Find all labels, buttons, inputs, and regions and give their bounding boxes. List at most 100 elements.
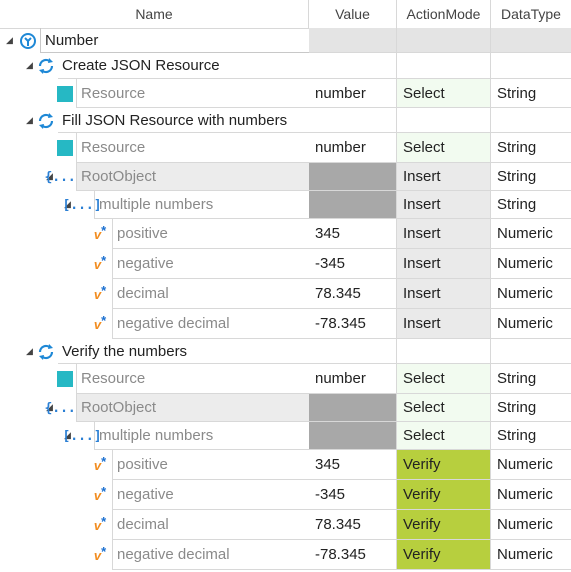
value-cell[interactable]: -78.345 [309, 309, 397, 339]
expand-triangle-icon[interactable]: ◢ [6, 35, 13, 46]
actionmode-cell[interactable]: Insert [397, 309, 491, 339]
tree-row-resource[interactable]: Resource number Select String [0, 79, 571, 108]
datatype-cell[interactable]: String [491, 163, 571, 191]
actionmode-cell[interactable]: Select [397, 364, 491, 394]
row-name-label[interactable]: Fill JSON Resource with numbers [58, 108, 309, 133]
actionmode-cell[interactable]: Insert [397, 279, 491, 309]
value-cell[interactable]: number [309, 133, 397, 163]
datatype-cell[interactable]: String [491, 133, 571, 163]
datatype-cell[interactable]: Numeric [491, 510, 571, 540]
value-cell[interactable] [309, 191, 397, 219]
value-cell[interactable] [309, 339, 397, 364]
row-name-label[interactable]: RootObject [76, 163, 309, 191]
actionmode-cell[interactable] [397, 108, 491, 133]
row-name-label[interactable]: decimal [112, 279, 309, 309]
actionmode-cell[interactable]: Select [397, 394, 491, 422]
row-name-label[interactable]: multiple numbers [94, 191, 309, 219]
value-cell[interactable] [309, 53, 397, 79]
datatype-cell[interactable] [491, 339, 571, 364]
row-name-label[interactable]: Resource [76, 364, 309, 394]
value-cell[interactable] [309, 28, 397, 53]
row-name-label[interactable]: negative [112, 249, 309, 279]
expand-triangle-icon[interactable]: ◢ [26, 60, 33, 71]
actionmode-cell[interactable]: Select [397, 422, 491, 450]
tree-row-var[interactable]: v* negative -345 Verify Numeric [0, 480, 571, 510]
row-name-label[interactable]: RootObject [76, 394, 309, 422]
header-name[interactable]: Name [0, 0, 309, 28]
tree-row-root[interactable]: ◢ Number [0, 28, 571, 53]
actionmode-cell[interactable] [397, 339, 491, 364]
row-name-label[interactable]: multiple numbers [94, 422, 309, 450]
value-cell[interactable]: 78.345 [309, 510, 397, 540]
datatype-cell[interactable]: String [491, 79, 571, 108]
datatype-cell[interactable]: Numeric [491, 540, 571, 570]
datatype-cell[interactable]: Numeric [491, 279, 571, 309]
value-cell[interactable]: 345 [309, 450, 397, 480]
row-name-label[interactable]: Number [40, 28, 310, 53]
expand-triangle-icon[interactable]: ◢ [26, 115, 33, 126]
row-name-label[interactable]: positive [112, 219, 309, 249]
tree-row-var[interactable]: v* negative -345 Insert Numeric [0, 249, 571, 279]
row-name-label[interactable]: Verify the numbers [58, 339, 309, 364]
value-cell[interactable] [309, 394, 397, 422]
tree-row-array[interactable]: ◢ [...] multiple numbers Insert String [0, 191, 571, 219]
actionmode-cell[interactable] [397, 28, 491, 53]
value-cell[interactable]: number [309, 364, 397, 394]
actionmode-cell[interactable]: Select [397, 133, 491, 163]
actionmode-cell[interactable]: Verify [397, 510, 491, 540]
tree-row-var[interactable]: v* negative decimal -78.345 Verify Numeric [0, 540, 571, 570]
tree-row-resource[interactable]: Resource number Select String [0, 364, 571, 394]
value-cell[interactable] [309, 422, 397, 450]
actionmode-cell[interactable]: Insert [397, 219, 491, 249]
datatype-cell[interactable]: Numeric [491, 249, 571, 279]
datatype-cell[interactable]: String [491, 364, 571, 394]
actionmode-cell[interactable]: Select [397, 79, 491, 108]
tree-row-module[interactable]: ◢ Verify the numbers [0, 339, 571, 364]
expand-triangle-icon[interactable]: ◢ [26, 346, 33, 357]
row-name-label[interactable]: decimal [112, 510, 309, 540]
actionmode-cell[interactable]: Verify [397, 450, 491, 480]
datatype-cell[interactable]: String [491, 394, 571, 422]
tree-row-var[interactable]: v* positive 345 Verify Numeric [0, 450, 571, 480]
actionmode-cell[interactable]: Insert [397, 249, 491, 279]
header-actionmode[interactable]: ActionMode [397, 0, 491, 28]
value-cell[interactable]: 78.345 [309, 279, 397, 309]
datatype-cell[interactable]: String [491, 191, 571, 219]
tree-row-resource[interactable]: Resource number Select String [0, 133, 571, 163]
datatype-cell[interactable]: Numeric [491, 219, 571, 249]
row-name-label[interactable]: positive [112, 450, 309, 480]
actionmode-cell[interactable]: Verify [397, 540, 491, 570]
actionmode-cell[interactable]: Insert [397, 191, 491, 219]
datatype-cell[interactable] [491, 108, 571, 133]
tree-row-var[interactable]: v* negative decimal -78.345 Insert Numeric [0, 309, 571, 339]
row-name-label[interactable]: negative decimal [112, 540, 309, 570]
tree-row-var[interactable]: v* positive 345 Insert Numeric [0, 219, 571, 249]
row-name-label[interactable]: Resource [76, 79, 309, 108]
value-cell[interactable] [309, 108, 397, 133]
datatype-cell[interactable] [491, 53, 571, 79]
actionmode-cell[interactable]: Insert [397, 163, 491, 191]
value-cell[interactable]: 345 [309, 219, 397, 249]
tree-row-array[interactable]: ◢ [...] multiple numbers Select String [0, 422, 571, 450]
actionmode-cell[interactable] [397, 53, 491, 79]
actionmode-cell[interactable]: Verify [397, 480, 491, 510]
header-value[interactable]: Value [309, 0, 397, 28]
datatype-cell[interactable] [491, 28, 571, 53]
header-datatype[interactable]: DataType [491, 0, 571, 28]
value-cell[interactable]: -345 [309, 480, 397, 510]
datatype-cell[interactable]: Numeric [491, 450, 571, 480]
datatype-cell[interactable]: String [491, 422, 571, 450]
datatype-cell[interactable]: Numeric [491, 480, 571, 510]
tree-row-module[interactable]: ◢ Fill JSON Resource with numbers [0, 108, 571, 133]
tree-row-var[interactable]: v* decimal 78.345 Insert Numeric [0, 279, 571, 309]
value-cell[interactable]: -345 [309, 249, 397, 279]
value-cell[interactable] [309, 163, 397, 191]
tree-row-module[interactable]: ◢ Create JSON Resource [0, 53, 571, 79]
row-name-label[interactable]: negative [112, 480, 309, 510]
value-cell[interactable]: -78.345 [309, 540, 397, 570]
row-name-label[interactable]: Resource [76, 133, 309, 163]
tree-row-object[interactable]: ◢ {...} RootObject Select String [0, 394, 571, 422]
row-name-label[interactable]: negative decimal [112, 309, 309, 339]
tree-row-object[interactable]: ◢ {...} RootObject Insert String [0, 163, 571, 191]
value-cell[interactable]: number [309, 79, 397, 108]
